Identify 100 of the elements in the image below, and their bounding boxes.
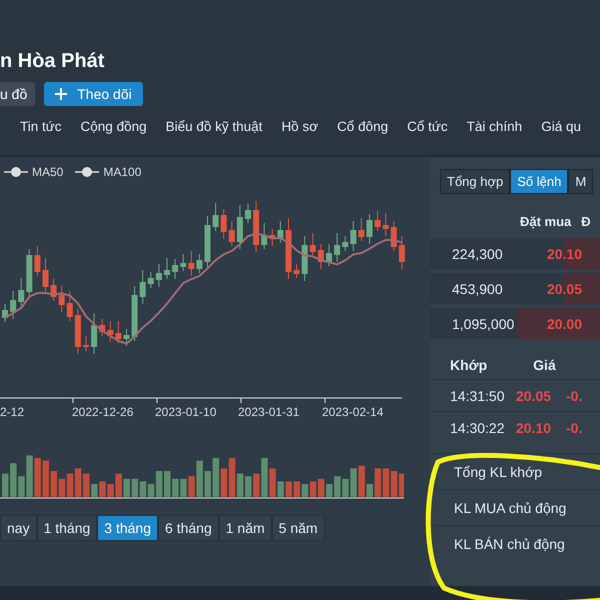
price-cell: 20.10 — [546, 246, 582, 262]
nav-tab[interactable]: Cộng đồng — [80, 119, 147, 134]
nav-tab[interactable]: Tin tức — [20, 119, 62, 134]
volume-bar — [245, 476, 252, 497]
candlestick — [286, 218, 292, 280]
candlestick — [390, 220, 397, 252]
summary-row: KL MUA chủ động — [430, 489, 600, 525]
candlestick — [10, 290, 16, 320]
price-cell-text: 20.10 — [516, 420, 552, 436]
panel-tab[interactable]: Tổng hợp — [440, 169, 510, 194]
plus-icon — [55, 88, 68, 100]
candlestick — [26, 248, 32, 300]
nav-tab[interactable]: Biểu đồ kỹ thuật — [166, 119, 262, 134]
candlestick — [366, 214, 372, 244]
candlestick — [253, 200, 260, 252]
range-tab[interactable]: 6 tháng — [158, 515, 219, 541]
volume-bar — [83, 474, 90, 497]
candlestick — [334, 232, 340, 262]
follow-button[interactable]: Theo dõi — [44, 82, 143, 106]
candlestick — [124, 328, 130, 346]
candlestick — [140, 270, 146, 304]
candlestick — [196, 254, 202, 274]
date-label: 2023-02-14 — [322, 405, 384, 419]
volume-cell-text: 1,095,000 — [452, 316, 516, 332]
candlestick — [91, 312, 98, 354]
candlestick — [318, 244, 324, 270]
candlestick — [188, 250, 194, 276]
candlestick — [261, 222, 268, 250]
date-label: 2022-12-26 — [72, 405, 134, 419]
volume-bar — [42, 460, 49, 497]
legend-label: MA50 — [32, 165, 64, 179]
volume-bar — [326, 484, 332, 497]
volume-bar — [286, 481, 292, 497]
candlestick — [350, 220, 356, 252]
candlestick — [58, 286, 65, 312]
chart-button[interactable]: u đồ — [0, 82, 36, 106]
volume-bar — [366, 484, 373, 497]
candlestick — [382, 212, 389, 236]
column-header: Đ — [581, 214, 591, 231]
column-header: Giá — [533, 357, 556, 373]
volume-bar — [124, 478, 130, 497]
candlestick — [204, 216, 210, 270]
candlestick — [74, 308, 81, 354]
volume-bar — [204, 471, 211, 497]
range-tab[interactable]: 1 tháng — [36, 515, 98, 541]
candlestick — [269, 228, 276, 246]
candlestick — [18, 278, 24, 306]
time-cell-text: 14:30:22 — [450, 420, 506, 436]
candlestick — [220, 208, 227, 240]
nav-tab[interactable]: Cổ tức — [407, 119, 448, 134]
price-cell: 20.00 — [546, 316, 582, 332]
candlestick — [277, 220, 284, 244]
change-cell: -0. — [566, 420, 582, 436]
candlestick — [310, 232, 316, 256]
candlestick — [326, 244, 332, 266]
nav-tab[interactable]: Hồ sơ — [281, 119, 318, 134]
date-label: 2-12 — [0, 405, 24, 419]
candlestick — [180, 254, 186, 272]
volume-bar — [164, 471, 170, 497]
candlestick — [99, 318, 106, 336]
range-tab[interactable]: nay — [0, 515, 37, 541]
candlestick — [132, 286, 138, 342]
candlestick — [2, 304, 8, 322]
candlestick — [83, 336, 89, 352]
candlestick — [148, 272, 154, 288]
candlestick — [245, 204, 251, 224]
candlestick — [374, 210, 381, 232]
volume-cell-text: 224,300 — [452, 246, 504, 262]
candlestick — [398, 236, 405, 270]
candlestick — [236, 204, 243, 250]
price-cell-text: 20.05 — [516, 388, 552, 404]
candlestick — [34, 246, 40, 276]
range-tab[interactable]: 3 tháng — [97, 515, 158, 541]
range-tab[interactable]: 1 năm — [218, 515, 272, 541]
candlestick — [50, 278, 57, 302]
candlestick — [294, 264, 300, 278]
candlestick — [115, 320, 122, 344]
volume-cell-text: 453,900 — [452, 280, 504, 296]
change-cell: -0. — [566, 388, 582, 404]
candlestick — [156, 264, 162, 288]
legend-line-icon — [4, 166, 28, 178]
price-cell: 20.05 — [546, 280, 582, 296]
date-label: 2023-01-31 — [238, 405, 300, 419]
candlestick — [107, 320, 114, 342]
range-tab[interactable]: 5 năm — [272, 515, 325, 541]
candlestick — [212, 202, 219, 232]
legend-label: MA100 — [103, 165, 142, 179]
candlestick — [228, 220, 235, 246]
legend-line-icon — [75, 166, 100, 178]
summary-row: Tổng KL khớp — [430, 453, 600, 489]
panel-tab[interactable]: Số lệnh — [510, 169, 568, 194]
time-cell-text: 14:31:50 — [450, 388, 506, 404]
nav-tab[interactable]: Cổ đông — [337, 119, 388, 134]
volume-bar — [2, 474, 8, 497]
candlestick — [42, 258, 48, 294]
candlestick — [342, 236, 348, 252]
nav-tab[interactable]: Tài chính — [466, 119, 522, 134]
nav-tab[interactable]: Giá qu — [541, 119, 581, 134]
panel-tab[interactable]: M — [568, 169, 594, 194]
candlestick — [358, 218, 364, 242]
